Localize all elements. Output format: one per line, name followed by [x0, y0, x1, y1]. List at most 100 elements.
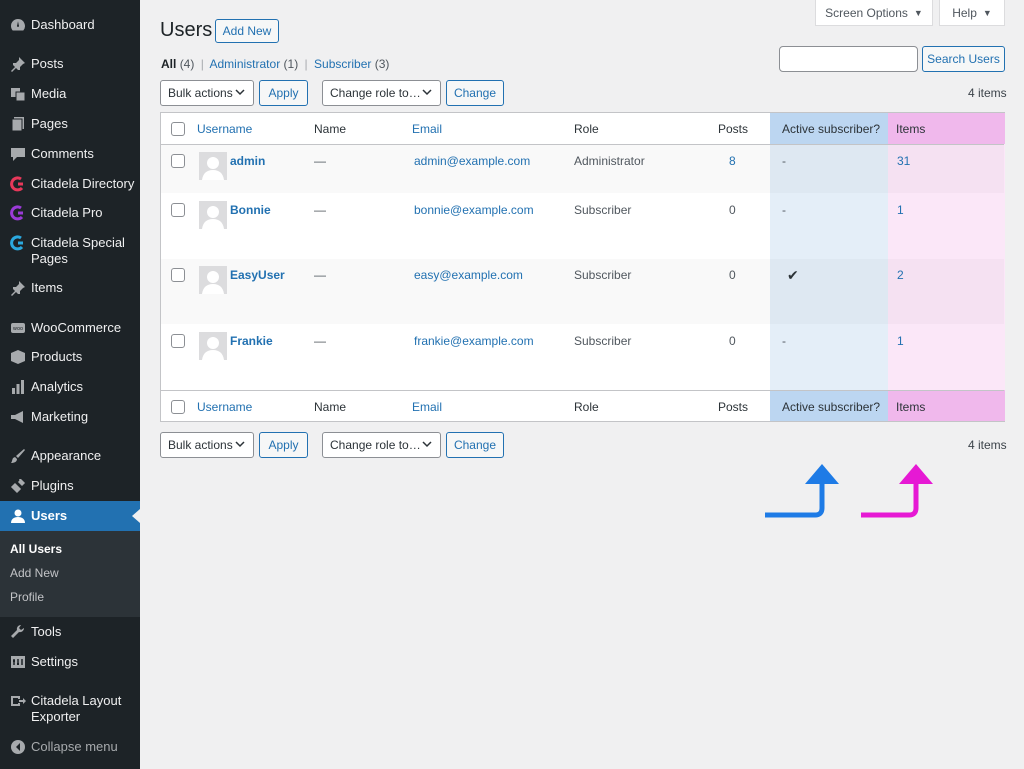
- apply-button-top[interactable]: Apply: [259, 80, 308, 106]
- menu-label: Products: [31, 349, 83, 364]
- chevron-down-icon: [235, 89, 245, 96]
- change-role-button-bottom[interactable]: Change: [446, 432, 504, 458]
- username-link[interactable]: EasyUser: [230, 268, 285, 282]
- submenu-all-users[interactable]: All Users: [10, 542, 62, 556]
- menu-label: Collapse menu: [31, 739, 118, 754]
- menu-label: Appearance: [31, 448, 102, 463]
- column-items: Items: [896, 122, 926, 136]
- separator: |: [304, 57, 308, 71]
- chevron-down-icon: [235, 441, 245, 448]
- column-username[interactable]: Username: [197, 122, 252, 136]
- screen-options-label: Screen Options: [825, 5, 908, 20]
- row-checkbox[interactable]: [171, 268, 185, 282]
- select-all-checkbox[interactable]: [171, 122, 185, 136]
- menu-citadela-pro[interactable]: Citadela Pro: [0, 205, 140, 221]
- menu-label: Plugins: [31, 478, 74, 493]
- chevron-down-icon: [422, 441, 432, 448]
- menu-marketing[interactable]: Marketing: [0, 409, 140, 425]
- submenu-profile[interactable]: Profile: [10, 590, 44, 604]
- posts-count: 0: [729, 268, 736, 282]
- change-role-button-top[interactable]: Change: [446, 80, 504, 106]
- comment-icon: [8, 146, 28, 162]
- pages-icon: [8, 116, 28, 132]
- view-subscriber[interactable]: Subscriber: [314, 57, 371, 71]
- screen-options-button[interactable]: Screen Options ▼: [815, 0, 933, 26]
- row-checkbox[interactable]: [171, 334, 185, 348]
- bulk-actions-select-top[interactable]: Bulk actions: [160, 80, 254, 106]
- citadela-icon: [8, 205, 28, 221]
- column-active-subscriber: Active subscriber?: [782, 122, 881, 136]
- menu-items[interactable]: Items: [0, 280, 140, 296]
- menu-citadela-layout-exporter[interactable]: Citadela Layout Exporter: [0, 693, 140, 725]
- bulk-actions-select-bottom[interactable]: Bulk actions: [160, 432, 254, 458]
- select-all-checkbox[interactable]: [171, 400, 185, 414]
- change-role-select-bottom[interactable]: Change role to…: [322, 432, 441, 458]
- menu-label: Comments: [31, 146, 94, 161]
- view-administrator[interactable]: Administrator: [210, 57, 281, 71]
- user-icon: [8, 508, 28, 524]
- annotation-arrows: [765, 464, 933, 518]
- menu-users[interactable]: Users: [0, 501, 140, 531]
- row-checkbox[interactable]: [171, 203, 185, 217]
- menu-citadela-special-pages[interactable]: Citadela Special Pages: [0, 235, 140, 267]
- search-users-button[interactable]: Search Users: [922, 46, 1005, 72]
- menu-dashboard[interactable]: Dashboard: [0, 17, 140, 33]
- view-all[interactable]: All: [161, 57, 176, 71]
- email-link[interactable]: bonnie@example.com: [414, 203, 534, 217]
- apply-button-bottom[interactable]: Apply: [259, 432, 308, 458]
- submenu-add-new[interactable]: Add New: [10, 566, 59, 580]
- role-cell: Administrator: [574, 154, 645, 168]
- menu-settings[interactable]: Settings: [0, 654, 140, 670]
- posts-count-link[interactable]: 8: [729, 154, 736, 168]
- items-count-link[interactable]: 1: [897, 334, 904, 348]
- menu-pages[interactable]: Pages: [0, 116, 140, 132]
- menu-label: Marketing: [31, 409, 89, 424]
- column-active-subscriber: Active subscriber?: [782, 400, 881, 414]
- column-email[interactable]: Email: [412, 122, 442, 136]
- footer-divider: [161, 390, 1004, 391]
- email-link[interactable]: frankie@example.com: [414, 334, 534, 348]
- citadela-icon: [8, 176, 28, 192]
- menu-media[interactable]: Media: [0, 86, 140, 102]
- email-link[interactable]: admin@example.com: [414, 154, 530, 168]
- menu-tools[interactable]: Tools: [0, 624, 140, 640]
- items-count-link[interactable]: 2: [897, 268, 904, 282]
- menu-plugins[interactable]: Plugins: [0, 478, 140, 494]
- citadela-icon: [8, 235, 28, 251]
- wrench-icon: [8, 624, 28, 640]
- items-count-bottom: 4 items: [968, 438, 1007, 452]
- menu-label: Analytics: [31, 379, 84, 394]
- items-count-link[interactable]: 31: [897, 154, 910, 168]
- column-name: Name: [314, 122, 347, 136]
- username-link[interactable]: admin: [230, 154, 265, 168]
- column-username[interactable]: Username: [197, 400, 252, 414]
- row-checkbox[interactable]: [171, 154, 185, 168]
- menu-products[interactable]: Products: [0, 349, 140, 365]
- items-count-link[interactable]: 1: [897, 203, 904, 217]
- active-subscriber-cell: -: [782, 154, 786, 168]
- menu-analytics[interactable]: Analytics: [0, 379, 140, 395]
- search-users-input[interactable]: [779, 46, 918, 72]
- menu-citadela-directory[interactable]: Citadela Directory: [0, 176, 140, 192]
- dashboard-icon: [8, 17, 28, 33]
- menu-label: Tools: [31, 624, 62, 639]
- menu-label: WooCommerce: [31, 320, 122, 335]
- pin-icon: [8, 56, 28, 72]
- menu-woocommerce[interactable]: woo WooCommerce: [0, 320, 140, 336]
- header-divider: [161, 144, 1004, 145]
- collapse-menu-button[interactable]: Collapse menu: [0, 739, 140, 755]
- menu-appearance[interactable]: Appearance: [0, 448, 140, 464]
- change-role-select-top[interactable]: Change role to…: [322, 80, 441, 106]
- menu-label: Items: [31, 280, 63, 295]
- avatar: [199, 266, 227, 294]
- column-email[interactable]: Email: [412, 400, 442, 414]
- menu-comments[interactable]: Comments: [0, 146, 140, 162]
- plug-icon: [8, 478, 28, 494]
- add-new-user-button[interactable]: Add New: [215, 19, 279, 43]
- username-link[interactable]: Frankie: [230, 334, 273, 348]
- menu-label: Citadela Pro: [31, 205, 103, 220]
- email-link[interactable]: easy@example.com: [414, 268, 523, 282]
- help-button[interactable]: Help ▼: [939, 0, 1005, 26]
- username-link[interactable]: Bonnie: [230, 203, 271, 217]
- menu-posts[interactable]: Posts: [0, 56, 140, 72]
